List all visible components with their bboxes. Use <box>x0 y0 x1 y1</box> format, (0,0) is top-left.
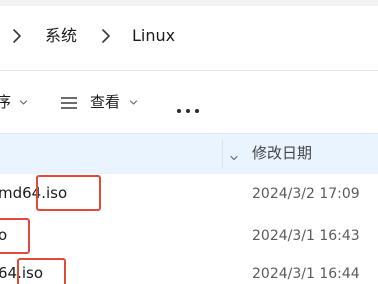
highlight-box <box>36 175 101 211</box>
file-row[interactable]: o 2024/3/1 16:43 <box>0 215 378 253</box>
view-button-label: 查看 <box>90 93 121 111</box>
column-header-row <box>0 134 378 174</box>
file-modified-date: 2024/3/1 16:44 <box>252 266 360 282</box>
chevron-down-icon <box>129 98 138 107</box>
sort-button-label: 序 <box>0 93 12 111</box>
view-lines-icon <box>60 95 78 109</box>
chevron-right-icon[interactable] <box>12 27 22 45</box>
more-options-button[interactable] <box>176 91 200 113</box>
chevron-right-icon[interactable] <box>101 27 111 45</box>
highlight-box <box>0 218 30 254</box>
more-dots-icon <box>176 99 200 113</box>
title-bar-edge <box>0 0 378 6</box>
column-separator[interactable] <box>222 140 223 168</box>
highlight-box <box>17 258 66 284</box>
breadcrumb-item-system[interactable]: 系统 <box>45 25 77 47</box>
file-explorer-window: 系统 Linux 序 查看 修改日期 md64.iso 2024/3/2 17:… <box>0 0 378 284</box>
command-bar: 序 查看 <box>0 71 378 133</box>
file-modified-date: 2024/3/2 17:09 <box>252 186 360 202</box>
breadcrumb-item-linux[interactable]: Linux <box>132 25 175 47</box>
file-modified-date: 2024/3/1 16:43 <box>252 228 360 244</box>
address-bar[interactable]: 系统 Linux <box>0 0 378 70</box>
sort-button[interactable]: 序 <box>0 91 28 113</box>
view-button[interactable]: 查看 <box>60 91 138 113</box>
sort-chevron-icon[interactable] <box>229 148 239 161</box>
column-header-modified[interactable]: 修改日期 <box>252 142 312 164</box>
chevron-down-icon <box>19 98 28 107</box>
